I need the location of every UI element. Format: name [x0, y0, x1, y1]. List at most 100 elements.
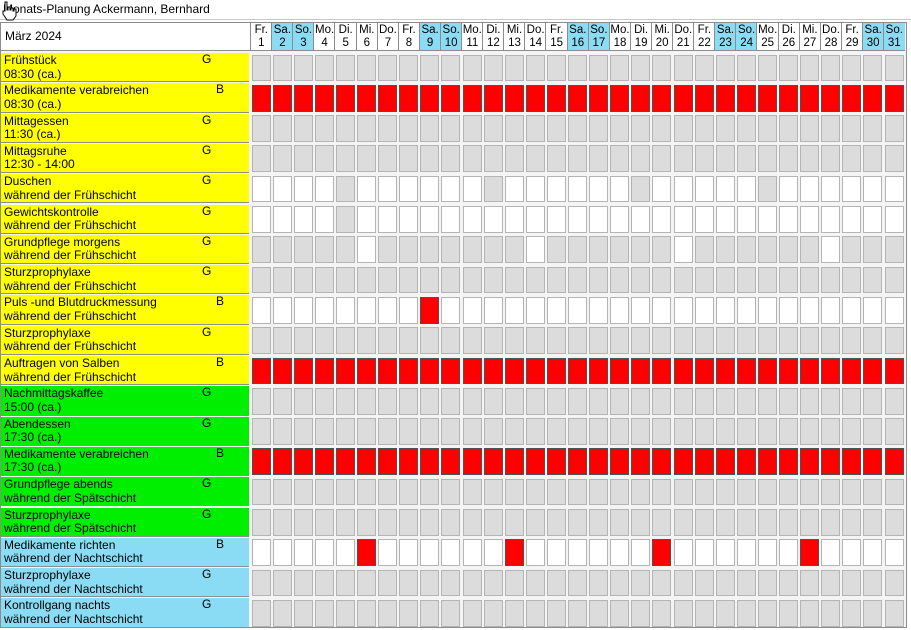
unavailable-cell[interactable]	[568, 418, 588, 445]
unavailable-cell[interactable]	[293, 418, 313, 445]
unavailable-cell[interactable]	[863, 387, 883, 415]
unavailable-cell[interactable]	[863, 509, 883, 536]
open-cell[interactable]	[251, 175, 271, 203]
open-cell[interactable]	[546, 539, 566, 567]
unavailable-cell[interactable]	[357, 569, 377, 597]
unavailable-cell[interactable]	[842, 478, 862, 506]
unavailable-cell[interactable]	[631, 387, 651, 415]
unavailable-cell[interactable]	[399, 266, 419, 294]
unavailable-cell[interactable]	[631, 418, 651, 445]
unavailable-cell[interactable]	[673, 478, 693, 506]
unavailable-cell[interactable]	[610, 327, 630, 354]
planned-cell[interactable]	[462, 357, 482, 385]
planned-cell[interactable]	[884, 448, 904, 476]
unavailable-cell[interactable]	[251, 115, 271, 142]
unavailable-cell[interactable]	[314, 599, 334, 627]
planned-cell[interactable]	[842, 84, 862, 112]
unavailable-cell[interactable]	[357, 54, 377, 82]
planned-cell[interactable]	[694, 448, 714, 476]
open-cell[interactable]	[821, 206, 841, 233]
unavailable-cell[interactable]	[715, 54, 735, 82]
open-cell[interactable]	[863, 206, 883, 233]
unavailable-cell[interactable]	[378, 509, 398, 536]
planned-cell[interactable]	[631, 357, 651, 385]
unavailable-cell[interactable]	[736, 266, 756, 294]
unavailable-cell[interactable]	[610, 266, 630, 294]
unavailable-cell[interactable]	[884, 145, 904, 173]
unavailable-cell[interactable]	[884, 509, 904, 536]
unavailable-cell[interactable]	[314, 509, 334, 536]
unavailable-cell[interactable]	[694, 509, 714, 536]
unavailable-cell[interactable]	[821, 145, 841, 173]
planned-cell[interactable]	[757, 448, 777, 476]
open-cell[interactable]	[589, 175, 609, 203]
unavailable-cell[interactable]	[462, 599, 482, 627]
unavailable-cell[interactable]	[441, 145, 461, 173]
open-cell[interactable]	[314, 539, 334, 567]
task-label[interactable]: Auftragen von Salben während der Frühschi…	[1, 356, 249, 386]
unavailable-cell[interactable]	[652, 509, 672, 536]
open-cell[interactable]	[842, 206, 862, 233]
planned-cell[interactable]	[546, 357, 566, 385]
unavailable-cell[interactable]	[420, 509, 440, 536]
open-cell[interactable]	[462, 206, 482, 233]
unavailable-cell[interactable]	[504, 145, 524, 173]
open-cell[interactable]	[757, 539, 777, 567]
open-cell[interactable]	[842, 296, 862, 324]
unavailable-cell[interactable]	[610, 54, 630, 82]
unavailable-cell[interactable]	[568, 599, 588, 627]
unavailable-cell[interactable]	[736, 387, 756, 415]
unavailable-cell[interactable]	[779, 236, 799, 264]
open-cell[interactable]	[568, 296, 588, 324]
unavailable-cell[interactable]	[357, 387, 377, 415]
unavailable-cell[interactable]	[757, 145, 777, 173]
unavailable-cell[interactable]	[842, 115, 862, 142]
planned-cell[interactable]	[884, 357, 904, 385]
unavailable-cell[interactable]	[631, 599, 651, 627]
planned-cell[interactable]	[800, 539, 820, 567]
task-label[interactable]: Medikamente verabreichen 08:30 (ca.) B	[1, 83, 249, 113]
unavailable-cell[interactable]	[504, 509, 524, 536]
open-cell[interactable]	[863, 539, 883, 567]
unavailable-cell[interactable]	[779, 145, 799, 173]
unavailable-cell[interactable]	[863, 599, 883, 627]
open-cell[interactable]	[504, 296, 524, 324]
planned-cell[interactable]	[314, 448, 334, 476]
open-cell[interactable]	[842, 175, 862, 203]
planned-cell[interactable]	[420, 357, 440, 385]
unavailable-cell[interactable]	[568, 236, 588, 264]
unavailable-cell[interactable]	[525, 145, 545, 173]
unavailable-cell[interactable]	[673, 569, 693, 597]
open-cell[interactable]	[715, 296, 735, 324]
unavailable-cell[interactable]	[335, 115, 355, 142]
unavailable-cell[interactable]	[568, 569, 588, 597]
planned-cell[interactable]	[800, 84, 820, 112]
unavailable-cell[interactable]	[335, 206, 355, 233]
task-label[interactable]: Sturzprophylaxe während der Frühschicht G	[1, 265, 249, 295]
unavailable-cell[interactable]	[420, 418, 440, 445]
unavailable-cell[interactable]	[546, 569, 566, 597]
planned-cell[interactable]	[652, 84, 672, 112]
unavailable-cell[interactable]	[293, 327, 313, 354]
unavailable-cell[interactable]	[589, 418, 609, 445]
unavailable-cell[interactable]	[842, 145, 862, 173]
planned-cell[interactable]	[357, 357, 377, 385]
unavailable-cell[interactable]	[525, 569, 545, 597]
unavailable-cell[interactable]	[568, 509, 588, 536]
unavailable-cell[interactable]	[673, 266, 693, 294]
unavailable-cell[interactable]	[589, 115, 609, 142]
planned-cell[interactable]	[863, 84, 883, 112]
unavailable-cell[interactable]	[757, 115, 777, 142]
planned-cell[interactable]	[251, 448, 271, 476]
unavailable-cell[interactable]	[378, 478, 398, 506]
task-label[interactable]: Mittagsruhe 12:30 - 14:00 G	[1, 143, 249, 174]
unavailable-cell[interactable]	[399, 599, 419, 627]
open-cell[interactable]	[736, 539, 756, 567]
unavailable-cell[interactable]	[694, 145, 714, 173]
planned-cell[interactable]	[546, 448, 566, 476]
task-label[interactable]: Frühstück 08:30 (ca.) G	[1, 53, 249, 83]
planned-cell[interactable]	[715, 84, 735, 112]
open-cell[interactable]	[546, 206, 566, 233]
unavailable-cell[interactable]	[589, 509, 609, 536]
open-cell[interactable]	[652, 206, 672, 233]
